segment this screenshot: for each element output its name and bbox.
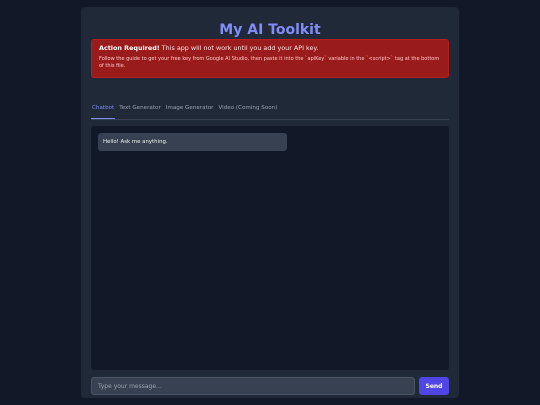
tab-chatbot[interactable]: Chatbot bbox=[91, 97, 116, 119]
alert-detail: Follow the guide to get your free key fr… bbox=[99, 56, 440, 69]
alert-summary: Action Required! This app will not work … bbox=[99, 44, 441, 53]
api-key-alert: Action Required! This app will not work … bbox=[91, 39, 449, 78]
tab-image-generator[interactable]: Image Generator bbox=[165, 97, 215, 119]
app-container: My AI Toolkit Action Required! This app … bbox=[81, 7, 459, 398]
tab-video[interactable]: Video (Coming Soon) bbox=[217, 97, 278, 119]
tab-bar: Chatbot Text Generator Image Generator V… bbox=[91, 97, 449, 120]
send-button[interactable]: Send bbox=[419, 377, 449, 395]
alert-message: This app will not work until you add you… bbox=[159, 44, 319, 52]
alert-heading: Action Required! bbox=[99, 44, 160, 52]
chat-window[interactable]: Hello! Ask me anything. bbox=[91, 126, 449, 370]
message-input[interactable] bbox=[91, 377, 415, 395]
tab-text-generator[interactable]: Text Generator bbox=[118, 97, 162, 119]
bot-message: Hello! Ask me anything. bbox=[98, 133, 287, 151]
app-title: My AI Toolkit bbox=[219, 22, 321, 38]
